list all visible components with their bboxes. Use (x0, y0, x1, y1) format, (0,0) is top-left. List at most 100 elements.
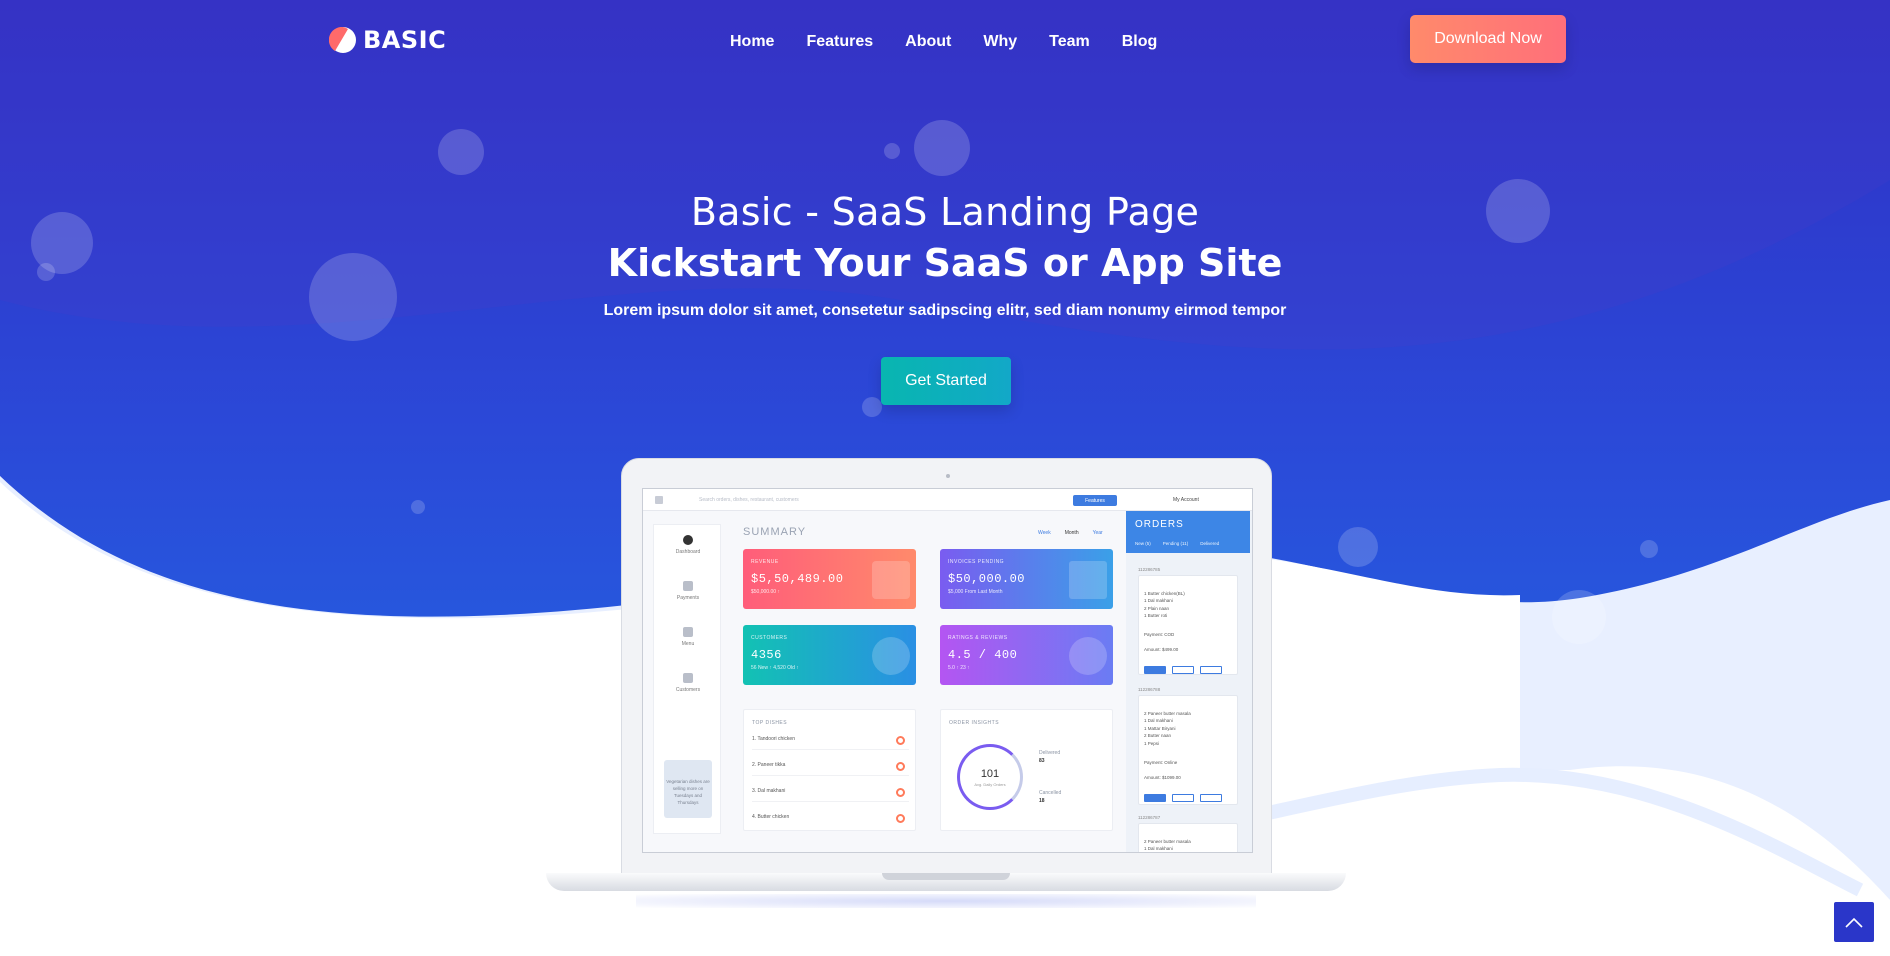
call-icon (1200, 793, 1222, 802)
users-icon (872, 637, 910, 675)
cancelled-stat: Cancelled 18 (1039, 790, 1061, 804)
customers-card: CUSTOMERS 4356 56 New ↑ 4,520 Old ↑ (743, 625, 916, 685)
hero-headline: Kickstart Your SaaS or App Site (607, 241, 1283, 285)
order-items: 2 Paneer butter masala 1 Dal makhani (1144, 838, 1191, 852)
order-id: 112286787 (1138, 815, 1161, 820)
download-now-button[interactable]: Download Now (1410, 15, 1566, 63)
ratings-card: RATINGS & REVIEWS 4.5 / 400 5.0 ↑ 23 ↑ (940, 625, 1113, 685)
accept-icon (1144, 666, 1166, 674)
revenue-card: REVENUE $5,50,489.00 $50,000.00 ↑ (743, 549, 916, 609)
dashboard-sidebar-label: Dashboard (675, 549, 701, 555)
stat-value: 83 (1039, 758, 1045, 764)
hero-title: Basic - SaaS Landing Page (690, 190, 1200, 234)
decor-bubble (862, 397, 882, 417)
dashboard-sidebar-item: Menu (654, 627, 722, 647)
decor-bubble (1640, 540, 1658, 558)
order-payment: Payment: COD (1144, 632, 1175, 637)
top-dishes-panel: TOP DISHES 1. Tandoori chicken 2. Paneer… (743, 709, 916, 831)
period-tab: Month (1064, 530, 1079, 536)
order-items: 1 Butter chicken(BL) 1 Dal makhani 2 Pla… (1144, 590, 1185, 619)
order-actions (1144, 793, 1232, 802)
order-insights-panel: ORDER INSIGHTS 101 Avg. Daily Orders Del… (940, 709, 1113, 831)
insights-total-label: Avg. Daily Orders (974, 782, 1006, 787)
dish-chart-icon (896, 762, 905, 771)
dashboard-screenshot: Search orders, dishes, restaurant, custo… (642, 488, 1253, 853)
nav-link-about[interactable]: About (889, 30, 967, 54)
laptop-lid: Search orders, dishes, restaurant, custo… (621, 458, 1272, 874)
order-card: 2 Paneer butter masala 1 Dal makhani (1138, 823, 1238, 852)
orders-tab: Delivered (1200, 541, 1220, 546)
dish-chart-icon (896, 814, 905, 823)
brand-name: BASIC (363, 26, 447, 54)
orders-panel: ORDERS New (5) Pending (11) Delivered 11… (1126, 511, 1252, 852)
invoices-card: INVOICES PENDING $50,000.00 $5,000 From … (940, 549, 1113, 609)
panel-title: TOP DISHES (752, 720, 788, 726)
decor-bubble (1552, 590, 1606, 644)
insights-total: 101 (980, 768, 1000, 780)
brand-logo[interactable]: BASIC (328, 26, 447, 54)
logo-mark-icon (328, 26, 357, 54)
get-started-button[interactable]: Get Started (881, 357, 1011, 405)
dashboard-search: Search orders, dishes, restaurant, custo… (699, 497, 799, 503)
stat-label: Delivered (1039, 750, 1061, 756)
dish-row: 3. Dal makhani (752, 788, 909, 802)
summary-title: SUMMARY (743, 526, 807, 538)
dish-name: 2. Paneer tikka (752, 762, 786, 768)
orders-tabs: New (5) Pending (11) Delivered (1135, 541, 1219, 546)
dashboard-sidebar-label: Menu (681, 641, 695, 647)
order-id: 112286785 (1138, 567, 1161, 572)
main-menu: Home Features About Why Team Blog (714, 30, 1173, 54)
order-amount: Amount: $499.00 (1144, 647, 1179, 652)
chevron-up-icon (1845, 917, 1863, 928)
dish-name: 3. Dal makhani (752, 788, 786, 794)
nav-link-home[interactable]: Home (714, 30, 790, 54)
order-id: 112286788 (1138, 687, 1161, 692)
accept-icon (1144, 793, 1166, 802)
dish-row: 1. Tandoori chicken (752, 736, 909, 750)
dish-name: 1. Tandoori chicken (752, 736, 795, 742)
menu-icon (683, 627, 693, 637)
dashboard-sidebar-item: Payments (654, 581, 722, 601)
top-navbar: BASIC Home Features About Why Team Blog … (0, 0, 1890, 84)
reject-icon (1172, 793, 1194, 802)
orders-tab: New (5) (1135, 541, 1151, 546)
stat-value: 18 (1039, 798, 1045, 804)
order-items: 2 Paneer butter masala 1 Dal makhani 1 M… (1144, 710, 1191, 746)
dashboard-sidebar-item: Customers (654, 673, 722, 693)
dashboard-topbar: Search orders, dishes, restaurant, custo… (643, 489, 1252, 511)
laptop-shadow (636, 894, 1256, 908)
payments-icon (683, 581, 693, 591)
nav-link-why[interactable]: Why (967, 30, 1033, 54)
nav-link-blog[interactable]: Blog (1106, 30, 1174, 54)
delivered-stat: Delivered 83 (1039, 750, 1060, 764)
orders-tab: Pending (11) (1162, 541, 1189, 546)
orders-header: ORDERS New (5) Pending (11) Delivered (1126, 511, 1250, 553)
dish-name: 4. Butter chicken (752, 814, 790, 820)
wallet-icon (872, 561, 910, 599)
call-icon (1200, 666, 1222, 674)
order-actions (1144, 666, 1232, 674)
orders-title: ORDERS (1135, 519, 1184, 530)
reject-icon (1172, 666, 1194, 674)
invoice-icon (1069, 561, 1107, 599)
order-card: 1 Butter chicken(BL) 1 Dal makhani 2 Pla… (1138, 575, 1238, 675)
dashboard-account: My Account (1173, 497, 1199, 503)
stat-label: Cancelled (1039, 790, 1062, 796)
dashboard-icon (683, 535, 693, 545)
nav-link-features[interactable]: Features (790, 30, 889, 54)
dish-chart-icon (896, 736, 905, 745)
dashboard-tip: Vegetarian dishes are selling more on Tu… (664, 760, 712, 818)
decor-bubble (884, 143, 900, 159)
star-icon (1069, 637, 1107, 675)
dashboard-sidebar-label: Customers (675, 687, 701, 693)
period-tab: Year (1092, 530, 1103, 536)
back-to-top-button[interactable] (1834, 902, 1874, 942)
decor-bubble (438, 129, 484, 175)
order-card: 2 Paneer butter masala 1 Dal makhani 1 M… (1138, 695, 1238, 805)
hero-description: Lorem ipsum dolor sit amet, consetetur s… (603, 302, 1287, 319)
dish-row: 2. Paneer tikka (752, 762, 909, 776)
order-amount: Amount: $1099.00 (1144, 774, 1181, 780)
decor-bubble (914, 120, 970, 176)
laptop-camera (946, 474, 950, 478)
nav-link-team[interactable]: Team (1033, 30, 1106, 54)
